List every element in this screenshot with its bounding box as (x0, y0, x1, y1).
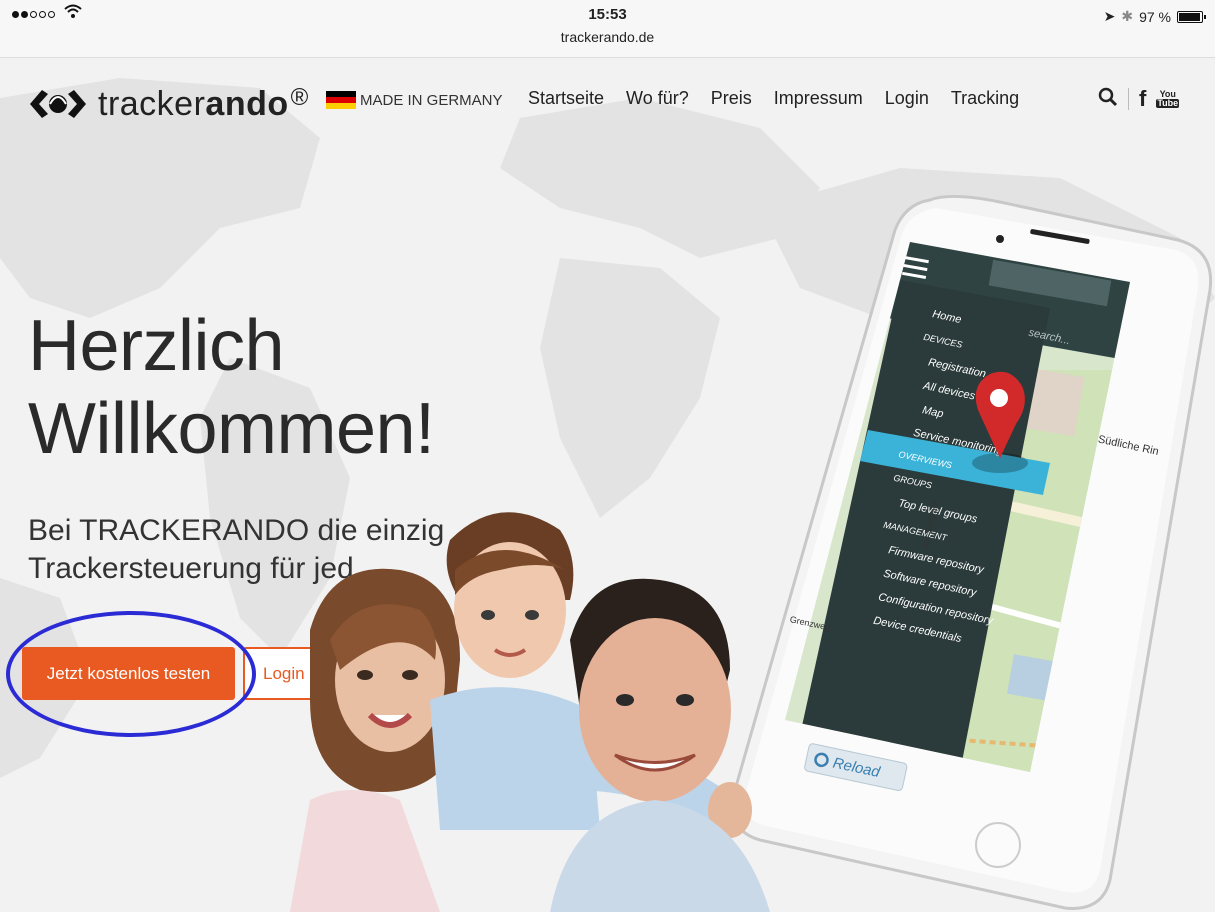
made-in-label: MADE IN GERMANY (360, 91, 503, 109)
hero-title-line1: Herzlich (28, 306, 285, 386)
nav-tracking[interactable]: Tracking (951, 88, 1019, 109)
site-logo[interactable]: trackerando® (28, 84, 309, 124)
family-photo (290, 512, 770, 912)
youtube-icon[interactable]: You Tube (1156, 90, 1180, 108)
hero-title: Herzlich Willkommen! (28, 305, 435, 471)
ios-status-bar: 15:53 trackerando.de ➤ ✱ 97 % (0, 0, 1215, 58)
main-navigation: Startseite Wo für? Preis Impressum Login… (528, 88, 1019, 109)
made-in-germany-badge: MADE IN GERMANY (326, 91, 503, 109)
nav-startseite[interactable]: Startseite (528, 88, 604, 109)
nav-login[interactable]: Login (885, 88, 929, 109)
hero-title-line2: Willkommen! (28, 388, 435, 469)
bluetooth-icon: ✱ (1121, 8, 1134, 24)
battery-percent: 97 % (1139, 8, 1171, 25)
nav-divider (1128, 88, 1129, 110)
battery-icon (1177, 10, 1206, 23)
status-time: 15:53 (588, 6, 627, 23)
german-flag-icon (326, 91, 356, 109)
eye-logo-icon (30, 90, 86, 118)
search-icon[interactable] (1098, 87, 1118, 112)
facebook-icon[interactable]: f (1139, 86, 1146, 112)
nav-preis[interactable]: Preis (711, 88, 752, 109)
logo-text: trackerando® (98, 84, 309, 123)
address-bar-url[interactable]: trackerando.de (0, 29, 1215, 45)
nav-impressum[interactable]: Impressum (774, 88, 863, 109)
highlight-annotation-circle (6, 611, 256, 737)
location-arrow-icon: ➤ (1103, 8, 1116, 24)
nav-wofuer[interactable]: Wo für? (626, 88, 689, 109)
